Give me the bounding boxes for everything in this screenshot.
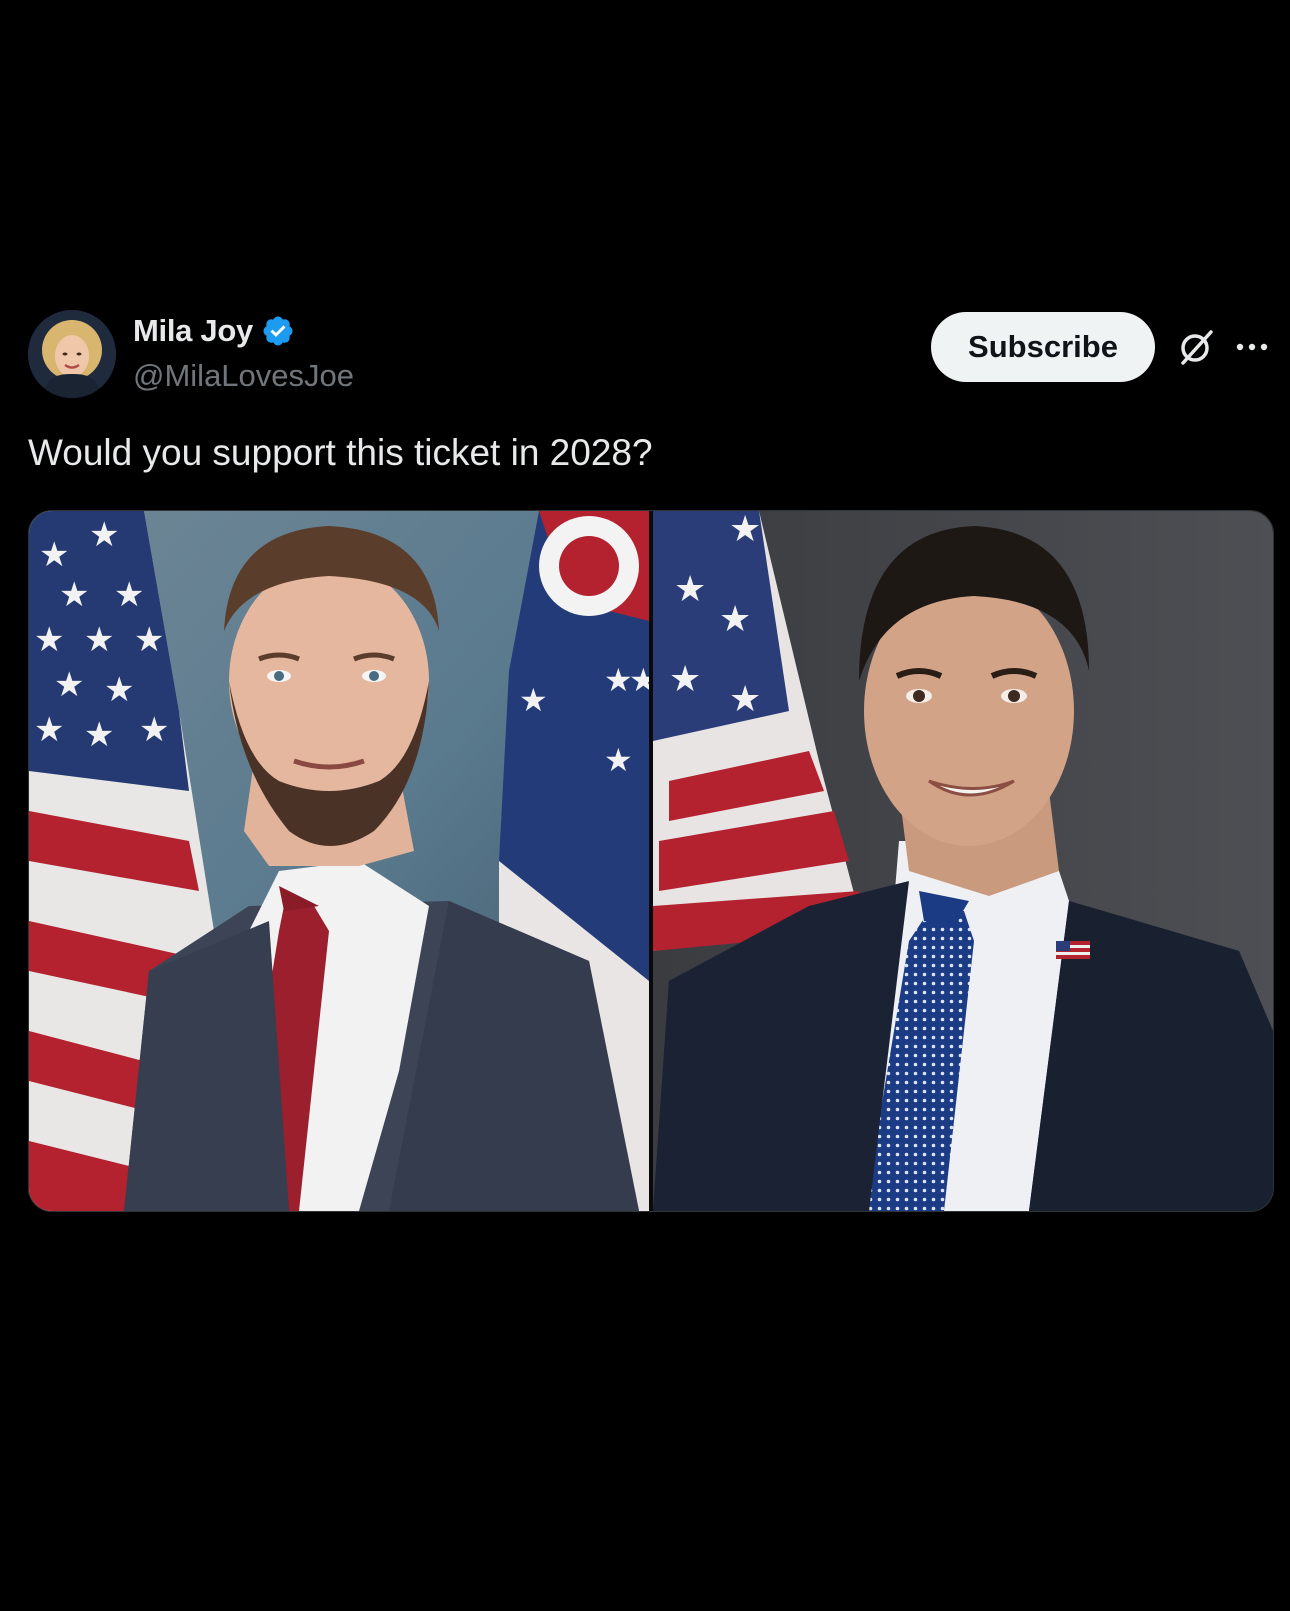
svg-text:★: ★ [729,511,761,550]
author-display-name[interactable]: Mila Joy [133,313,253,349]
svg-text:★: ★ [84,620,114,660]
right-portrait: ★ ★ ★ ★ ★ [653,511,1273,1211]
svg-text:★: ★ [114,575,144,615]
author-handle[interactable]: @MilaLovesJoe [133,358,354,394]
author-avatar[interactable] [28,310,116,398]
avatar-image [28,310,116,398]
svg-text:★: ★ [54,665,84,705]
verified-badge-icon [261,314,295,348]
svg-text:★: ★ [134,620,164,660]
svg-text:★: ★ [669,659,701,700]
svg-text:★: ★ [139,710,169,750]
tweet-text: Would you support this ticket in 2028? [28,432,653,473]
more-dots-icon[interactable] [1232,334,1272,360]
subscribe-button[interactable]: Subscribe [931,312,1155,382]
author-name-row[interactable]: Mila Joy [133,313,295,349]
svg-text:★: ★ [674,569,706,610]
svg-text:★: ★ [39,535,69,575]
svg-text:★: ★ [719,599,751,640]
tweet: Mila Joy @MilaLovesJoe Subscribe Would y… [0,0,1290,1611]
svg-text:★: ★ [604,741,633,779]
svg-text:★: ★ [34,710,64,750]
svg-text:★: ★ [34,620,64,660]
left-portrait: ★ ★ ★ ★ ★ ★ ★★ ★★ ★ ★ ★★ ★★ [29,511,658,1211]
svg-text:★: ★ [729,679,761,720]
tweet-media[interactable]: ★ ★ ★ ★ ★ ★ ★ ★ ★ ★ ★ ★ ★ ★ ★ ★ ★ ★ ★ ★ … [28,510,1274,1212]
svg-text:★: ★ [84,715,114,755]
svg-text:★: ★ [59,575,89,615]
svg-text:★: ★ [89,515,119,555]
grok-icon[interactable] [1176,327,1216,367]
svg-text:★: ★ [104,670,134,710]
svg-text:★: ★ [519,681,548,719]
